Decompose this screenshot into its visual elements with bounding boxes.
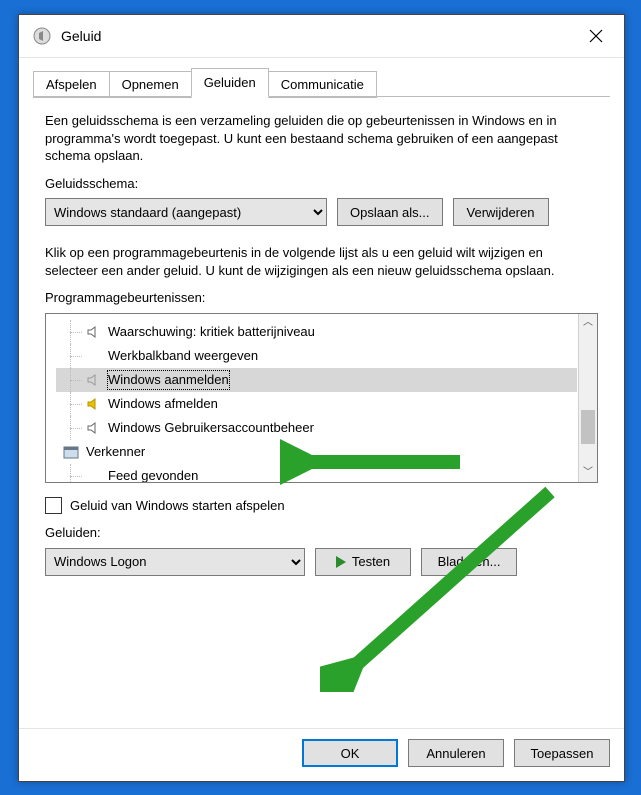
explorer-icon [62,445,80,459]
scroll-thumb[interactable] [581,410,595,444]
scroll-up[interactable]: ︿ [579,314,597,332]
list-item[interactable]: Feed gevonden [56,464,577,483]
list-item-selected[interactable]: Windows aanmelden [56,368,577,392]
tabbar: Afspelen Opnemen Geluiden Communicatie [19,58,624,97]
close-button[interactable] [576,16,616,56]
play-icon [336,556,346,568]
tab-afspelen[interactable]: Afspelen [33,71,110,98]
sound-icon [33,27,51,45]
sound-dialog: Geluid Afspelen Opnemen Geluiden Communi… [18,14,625,782]
list-item[interactable]: Werkbalkband weergeven [56,344,577,368]
tab-geluiden[interactable]: Geluiden [191,68,269,97]
sound-select[interactable]: Windows Logon [45,548,305,576]
speaker-icon [86,421,102,435]
scheme-label: Geluidsschema: [45,175,598,193]
ok-button[interactable]: OK [302,739,398,767]
browse-button[interactable]: Bladeren... [421,548,517,576]
apply-button[interactable]: Toepassen [514,739,610,767]
cancel-button[interactable]: Annuleren [408,739,504,767]
scrollbar[interactable]: ︿ ﹀ [578,314,597,482]
window-title: Geluid [61,28,576,44]
tab-communicatie[interactable]: Communicatie [268,71,377,98]
scroll-down[interactable]: ﹀ [579,464,597,482]
sounds-label: Geluiden: [45,524,598,542]
test-button[interactable]: Testen [315,548,411,576]
speaker-icon [86,325,102,339]
play-startup-checkbox[interactable] [45,497,62,514]
speaker-muted-icon [86,373,102,387]
list-item[interactable]: Windows Gebruikersaccountbeheer [56,416,577,440]
events-label: Programmagebeurtenissen: [45,289,598,307]
list-item-root[interactable]: Verkenner [56,440,577,464]
save-as-button[interactable]: Opslaan als... [337,198,443,226]
tab-content: Een geluidsschema is een verzameling gel… [19,98,624,728]
events-help: Klik op een programmagebeurtenis in de v… [45,244,598,279]
play-startup-row[interactable]: Geluid van Windows starten afspelen [45,497,598,515]
scheme-select[interactable]: Windows standaard (aangepast) [45,198,327,226]
delete-button[interactable]: Verwijderen [453,198,549,226]
dialog-footer: OK Annuleren Toepassen [19,728,624,781]
events-listbox[interactable]: Waarschuwing: kritiek batterijniveau Wer… [45,313,598,483]
speaker-yellow-icon [86,397,102,411]
play-startup-label: Geluid van Windows starten afspelen [70,497,285,515]
titlebar: Geluid [19,15,624,58]
list-item[interactable]: Windows afmelden [56,392,577,416]
tab-opnemen[interactable]: Opnemen [109,71,192,98]
scheme-description: Een geluidsschema is een verzameling gel… [45,112,598,165]
list-item[interactable]: Waarschuwing: kritiek batterijniveau [56,320,577,344]
